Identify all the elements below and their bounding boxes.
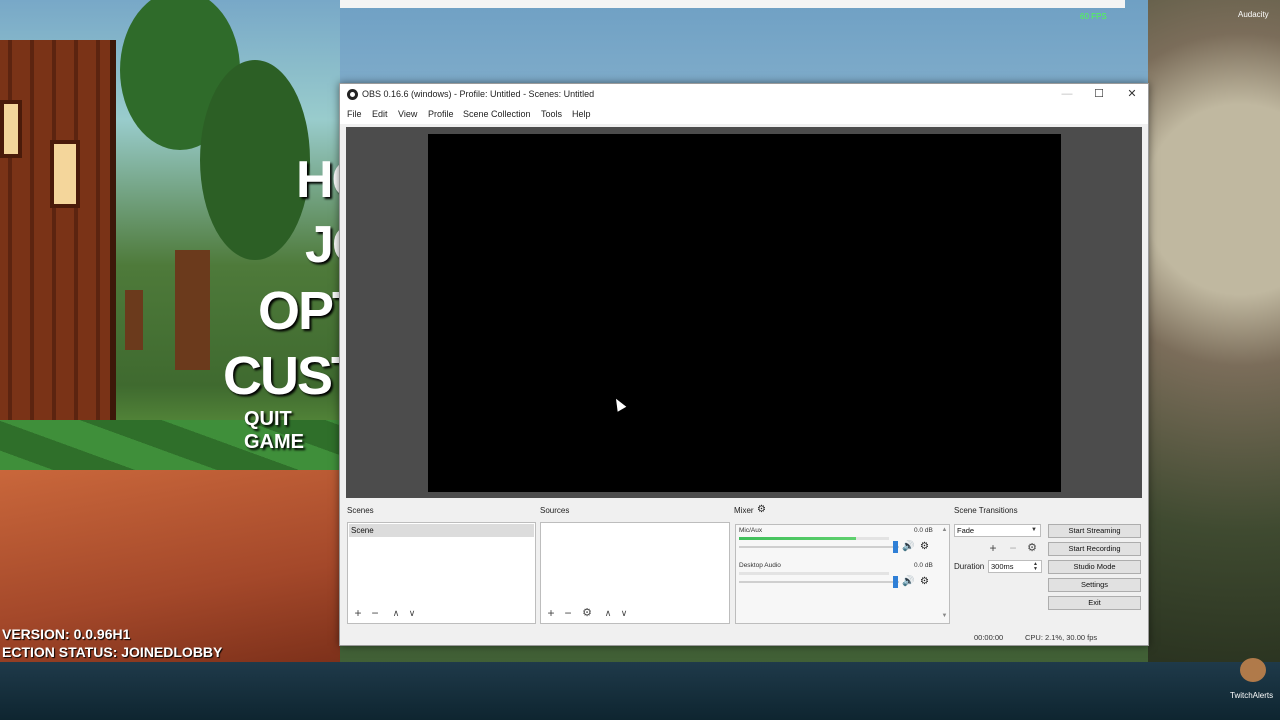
game-menu-join[interactable]: JO (305, 215, 340, 275)
mic-aux-label: Mic/Aux (739, 527, 763, 534)
preview-canvas[interactable] (428, 134, 1061, 492)
game-version: VERSION: 0.0.96H1 (2, 626, 131, 642)
desktop-audio-label: Desktop Audio (739, 562, 781, 569)
status-bar: 00:00:00 CPU: 2.1%, 30.00 fps (340, 630, 1148, 646)
desktop-audio-db: 0.0 dB (914, 562, 933, 569)
mouse-cursor-icon (611, 396, 627, 412)
menu-scene-collection[interactable]: Scene Collection (463, 109, 531, 119)
transition-select[interactable]: Fade ▼ (954, 524, 1041, 537)
game-menu-options[interactable]: OPT (258, 280, 340, 342)
scenes-dock-title: Scenes (347, 506, 374, 515)
mic-aux-gear-icon[interactable]: ⚙ (920, 541, 929, 553)
mic-aux-db: 0.0 dB (914, 527, 933, 534)
settings-button[interactable]: Settings (1048, 578, 1141, 592)
desktop-audio-slider-handle[interactable] (893, 576, 898, 588)
remove-source-icon[interactable]: − (561, 606, 575, 620)
twitchalerts-label: TwitchAlerts (1230, 691, 1274, 700)
add-transition-icon[interactable]: + (986, 541, 1000, 555)
game-menu-host[interactable]: HO (296, 150, 340, 210)
source-properties-gear-icon[interactable]: ⚙ (580, 606, 594, 619)
twitchalerts-icon[interactable] (1240, 658, 1266, 682)
remove-scene-icon[interactable]: − (368, 606, 382, 620)
start-recording-button[interactable]: Start Recording (1048, 542, 1141, 556)
menu-file[interactable]: File (347, 109, 362, 119)
fps-counter: 60 FPS (1080, 12, 1107, 21)
add-scene-icon[interactable]: + (351, 606, 365, 620)
mixer-dock-title: Mixer (734, 506, 754, 515)
tree-foliage (200, 60, 310, 260)
desktop-audio-speaker-icon[interactable]: 🔊 (902, 576, 914, 588)
mic-aux-speaker-icon[interactable]: 🔊 (902, 541, 914, 553)
mic-aux-slider-handle[interactable] (893, 541, 898, 553)
start-streaming-button[interactable]: Start Streaming (1048, 524, 1141, 538)
duration-spinbox[interactable]: 300ms ▲ ▼ (988, 560, 1042, 573)
duration-label: Duration (954, 562, 985, 571)
menu-view[interactable]: View (398, 109, 417, 119)
close-button[interactable]: ✕ (1115, 84, 1149, 106)
scenes-list[interactable]: Scene + − ∧ ∨ (347, 522, 536, 624)
move-scene-up-icon[interactable]: ∧ (389, 608, 403, 619)
maximize-button[interactable]: ☐ (1082, 84, 1116, 106)
mic-aux-meter-fill (739, 537, 856, 540)
minimize-button[interactable]: — (1050, 84, 1084, 106)
menu-profile[interactable]: Profile (428, 109, 454, 119)
cpu-status: CPU: 2.1%, 30.00 fps (1025, 633, 1098, 642)
tree-trunk (175, 250, 210, 370)
obs-logo-icon (347, 89, 358, 100)
game-scene: HO JO OPT CUST QUIT GAME VERSION: 0.0.96… (0, 0, 340, 665)
sources-list[interactable]: + − ⚙ ∧ ∨ (540, 522, 730, 624)
tree-trunk (125, 290, 143, 350)
move-source-up-icon[interactable]: ∧ (601, 608, 615, 619)
audio-mixer: Mic/Aux 0.0 dB 🔊 ⚙ Desktop Audio 0.0 dB … (735, 524, 950, 624)
chevron-down-icon: ▼ (1031, 527, 1037, 533)
mic-aux-volume-slider[interactable] (739, 541, 899, 553)
house-window (50, 140, 80, 208)
sources-dock-title: Sources (540, 506, 570, 515)
spin-arrows-icon: ▲ ▼ (1033, 561, 1038, 572)
game-connection-status: ECTION STATUS: JOINEDLOBBY (2, 644, 223, 660)
remove-transition-icon[interactable]: − (1006, 541, 1020, 555)
game-house (0, 40, 116, 420)
mic-aux-meter (739, 537, 889, 540)
mixer-gear-icon[interactable]: ⚙ (757, 504, 766, 516)
game-menu-quit[interactable]: QUIT GAME (244, 408, 340, 454)
tray-app-label: Audacity (1238, 10, 1269, 19)
scene-list-item[interactable]: Scene (349, 524, 534, 537)
menu-help[interactable]: Help (572, 109, 591, 119)
sources-toolbar: + − ⚙ ∧ ∨ (544, 606, 664, 623)
preview-area[interactable] (346, 127, 1142, 498)
title-bar[interactable]: OBS 0.16.6 (windows) - Profile: Untitled… (340, 84, 1148, 106)
scene-transitions-title: Scene Transitions (954, 506, 1018, 515)
transition-properties-gear-icon[interactable]: ⚙ (1025, 541, 1039, 554)
move-scene-down-icon[interactable]: ∨ (405, 608, 419, 619)
obs-window: OBS 0.16.6 (windows) - Profile: Untitled… (339, 83, 1149, 646)
exit-button[interactable]: Exit (1048, 596, 1141, 610)
desktop-audio-volume-slider[interactable] (739, 576, 899, 588)
desktop-taskbar-area (0, 662, 1280, 720)
desktop-wallpaper-right (1148, 0, 1280, 665)
desktop-audio-meter (739, 572, 889, 575)
mixer-scroll-down-icon[interactable]: ▼ (941, 613, 948, 619)
house-window (0, 100, 22, 158)
add-source-icon[interactable]: + (544, 606, 558, 620)
desktop-audio-gear-icon[interactable]: ⚙ (920, 576, 929, 588)
move-source-down-icon[interactable]: ∨ (617, 608, 631, 619)
transition-select-value: Fade (957, 526, 975, 535)
menu-tools[interactable]: Tools (541, 109, 562, 119)
game-menu-customize[interactable]: CUST (223, 345, 340, 407)
studio-mode-button[interactable]: Studio Mode (1048, 560, 1141, 574)
menu-bar: File Edit View Profile Scene Collection … (340, 106, 1148, 124)
menu-edit[interactable]: Edit (372, 109, 388, 119)
duration-value: 300ms (991, 562, 1014, 571)
window-title: OBS 0.16.6 (windows) - Profile: Untitled… (362, 89, 595, 99)
mixer-scroll-up-icon[interactable]: ▲ (941, 527, 948, 533)
recording-time: 00:00:00 (974, 633, 1004, 642)
scenes-toolbar: + − ∧ ∨ (351, 606, 471, 623)
